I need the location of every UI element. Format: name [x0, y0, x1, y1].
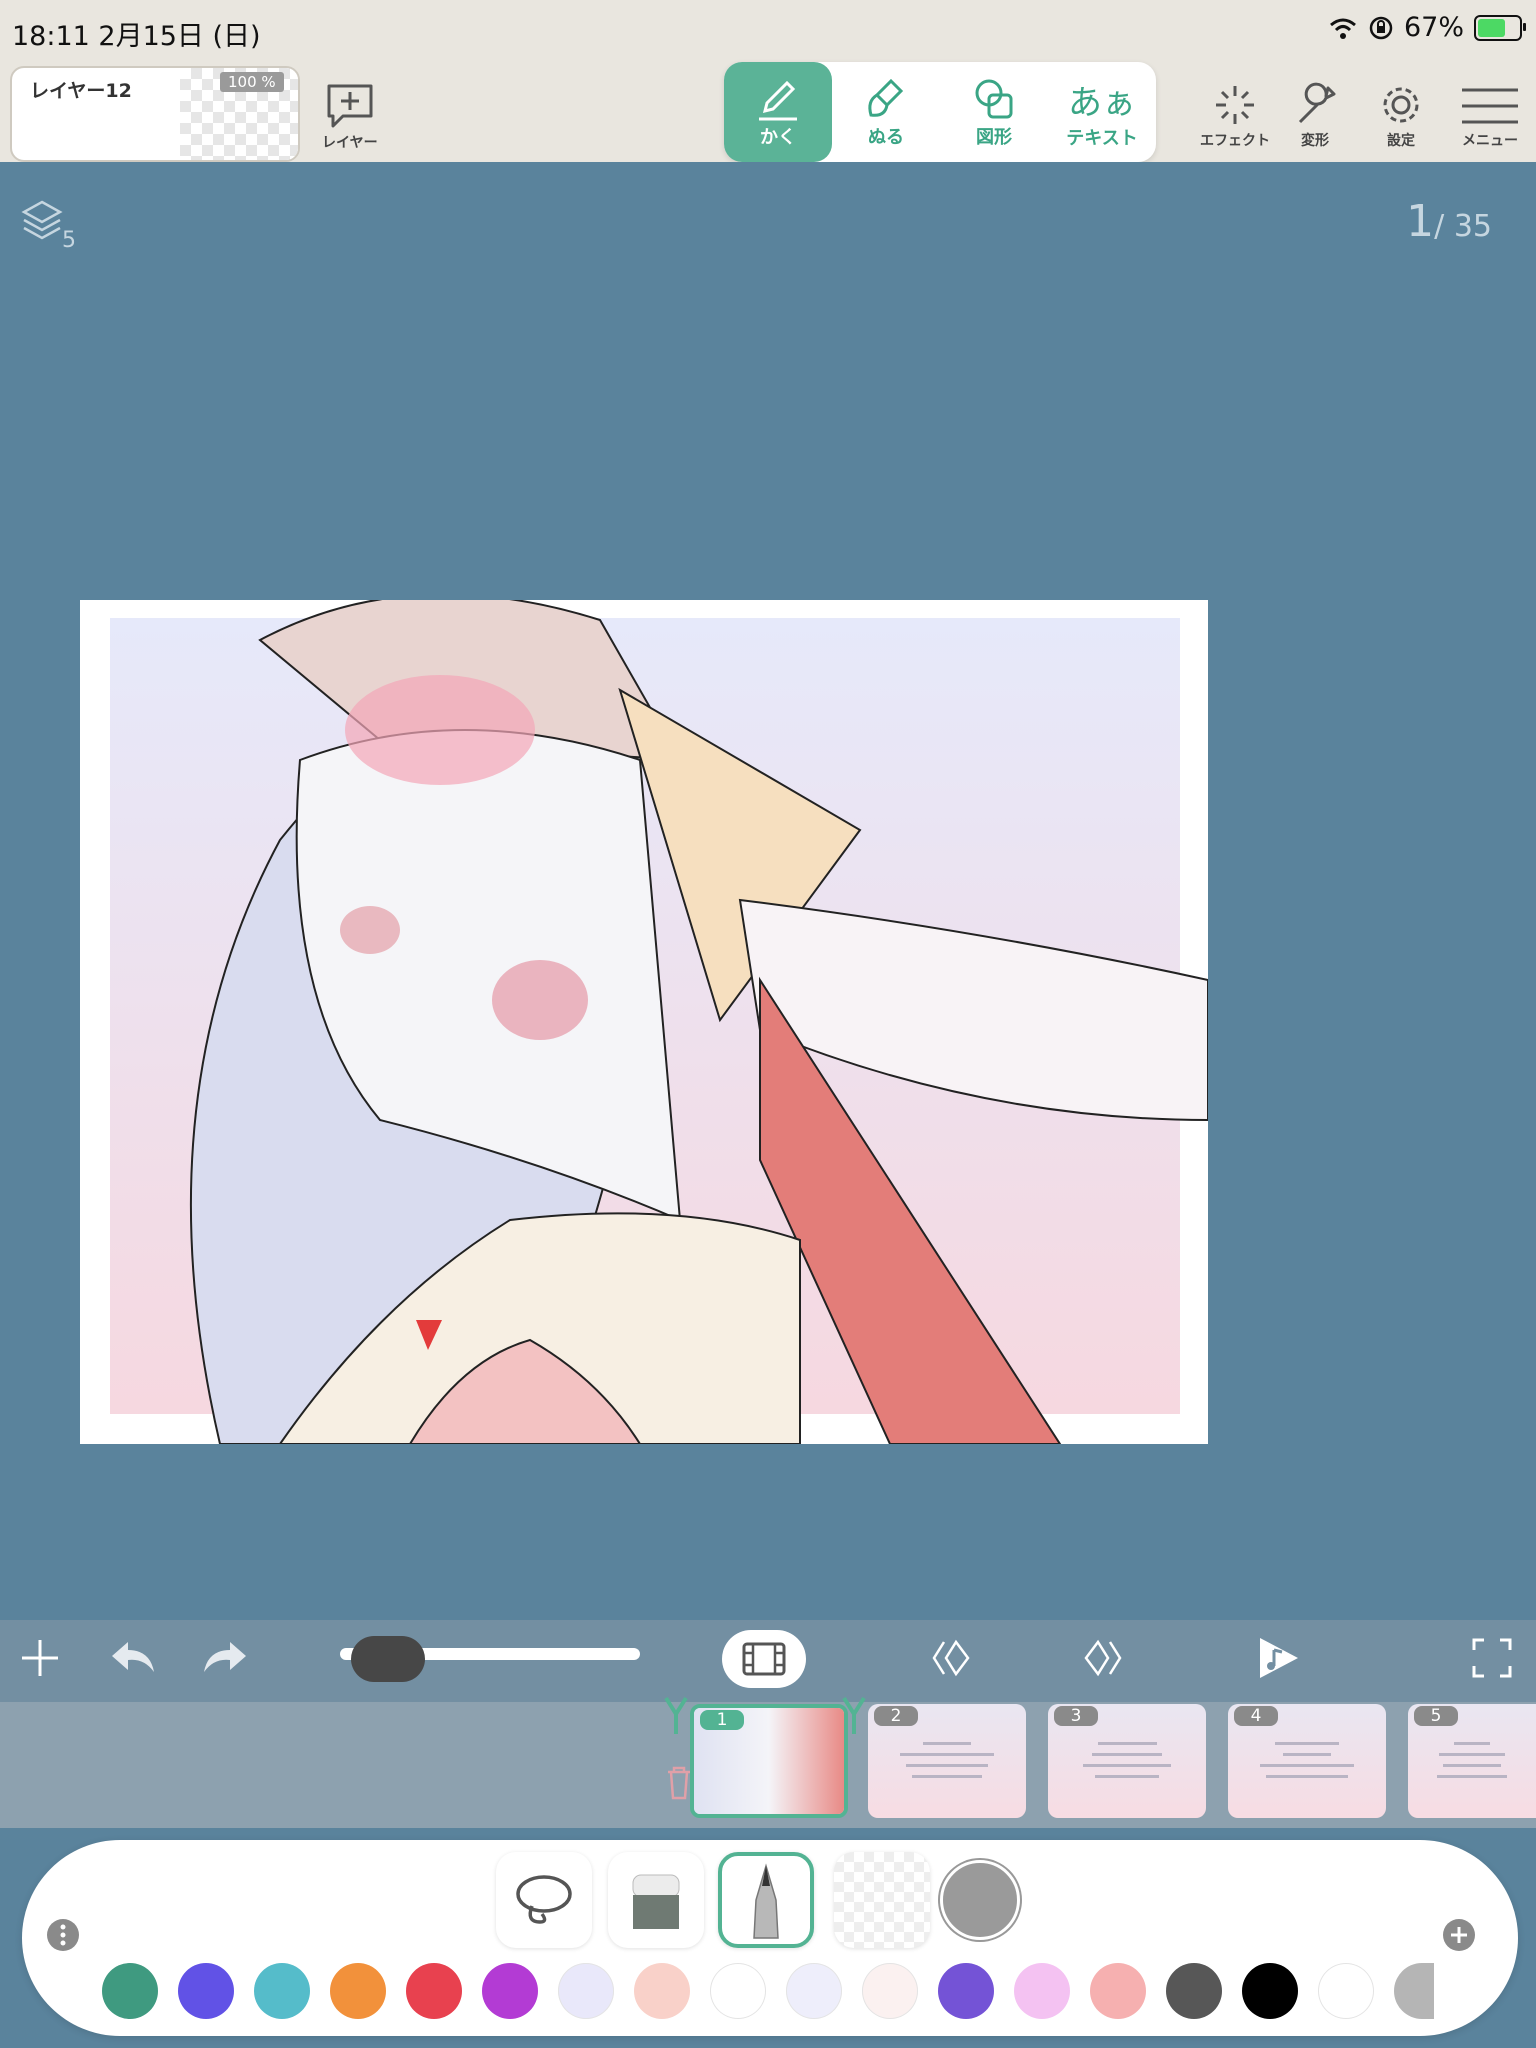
plus-circle-icon	[1443, 1919, 1475, 1951]
palette-options-button[interactable]	[46, 1918, 80, 1956]
eraser-tool-button[interactable]	[608, 1852, 704, 1948]
undo-button[interactable]	[108, 1636, 158, 1684]
brush-icon	[868, 78, 904, 117]
transform-button[interactable]: 変形	[1290, 82, 1340, 150]
gear-icon	[1383, 87, 1419, 123]
color-swatch[interactable]	[558, 1963, 614, 2019]
layer-count: 5	[62, 228, 76, 253]
settings-button[interactable]: 設定	[1376, 82, 1426, 150]
shape-icon	[975, 79, 1013, 119]
frame-thumb[interactable]: 1	[690, 1704, 848, 1818]
filmstrip-toggle-button[interactable]	[722, 1630, 806, 1688]
lasso-icon	[516, 1875, 572, 1924]
color-swatch[interactable]	[330, 1963, 386, 2019]
pencil-icon	[759, 80, 797, 121]
color-swatch[interactable]	[1090, 1963, 1146, 2019]
hamburger-icon	[1462, 88, 1518, 124]
fullscreen-button[interactable]	[1470, 1636, 1514, 1684]
color-swatch[interactable]	[1242, 1963, 1298, 2019]
pen-tool-button[interactable]	[718, 1852, 814, 1948]
drawing-tool-group: かく ぬる 図形 あぁ テキスト	[724, 62, 1156, 162]
play-music-icon	[1260, 1638, 1298, 1678]
marker-icon	[664, 1696, 688, 1734]
pen-nib-icon	[753, 1863, 779, 1939]
page-indicator: 1/ 35	[1406, 196, 1492, 247]
redo-icon	[204, 1642, 246, 1672]
frame-thumb[interactable]: 4	[1228, 1704, 1386, 1818]
prev-frame-button[interactable]	[928, 1636, 974, 1684]
color-swatch[interactable]	[786, 1963, 842, 2019]
status-indicators: 67%	[1328, 12, 1526, 43]
redo-button[interactable]	[200, 1636, 250, 1684]
frame-thumb[interactable]: 5	[1408, 1704, 1536, 1818]
plus-icon	[22, 1640, 58, 1676]
menu-button[interactable]: メニュー	[1460, 84, 1520, 150]
shape-tool-button[interactable]: 図形	[940, 62, 1048, 162]
artwork-canvas[interactable]	[80, 600, 1208, 1444]
add-layer-button[interactable]: レイヤー	[322, 80, 378, 152]
next-frame-button[interactable]	[1080, 1636, 1126, 1684]
color-swatch[interactable]	[102, 1963, 158, 2019]
layer-opacity: 100 %	[220, 72, 284, 92]
lasso-tool-button[interactable]	[496, 1852, 592, 1948]
color-swatch[interactable]	[1014, 1963, 1070, 2019]
prev-frame-icon	[932, 1639, 970, 1677]
undo-icon	[112, 1642, 154, 1672]
color-swatch[interactable]	[482, 1963, 538, 2019]
battery-icon	[1474, 14, 1526, 41]
more-vertical-icon	[47, 1919, 79, 1951]
color-swatch[interactable]	[1166, 1963, 1222, 2019]
next-frame-icon	[1084, 1639, 1122, 1677]
color-swatch[interactable]	[178, 1963, 234, 2019]
frame-thumb[interactable]: 3	[1048, 1704, 1206, 1818]
color-swatch[interactable]	[938, 1963, 994, 2019]
play-button[interactable]	[1254, 1634, 1302, 1686]
eraser-icon	[632, 1874, 680, 1929]
fill-tool-button[interactable]: ぬる	[832, 62, 940, 162]
color-swatch[interactable]	[1318, 1963, 1374, 2019]
transparent-color-button[interactable]	[834, 1852, 930, 1948]
color-swatch[interactable]	[254, 1963, 310, 2019]
text-icon: あぁ	[1068, 82, 1136, 123]
timeline-slider-knob[interactable]	[351, 1636, 426, 1682]
battery-percent: 67%	[1403, 12, 1464, 43]
draw-tool-button[interactable]: かく	[724, 62, 832, 162]
wrench-icon	[1298, 82, 1336, 124]
rotation-lock-icon	[1369, 16, 1393, 39]
layer-name: レイヤー12	[30, 80, 132, 102]
effect-button[interactable]: エフェクト	[1200, 82, 1270, 150]
onion-skin-left-marker[interactable]	[664, 1696, 688, 1740]
status-time: 18:11 2月15日 (日)	[12, 21, 261, 52]
wifi-icon	[1330, 18, 1356, 39]
current-layer-card[interactable]: レイヤー12 100 %	[10, 66, 300, 162]
color-swatch[interactable]	[862, 1963, 918, 2019]
add-color-button[interactable]	[1442, 1918, 1476, 1956]
fullscreen-icon	[1472, 1638, 1512, 1678]
color-swatch[interactable]	[710, 1963, 766, 2019]
illustration	[110, 600, 1208, 1444]
sparkle-icon	[1216, 86, 1254, 124]
text-tool-button[interactable]: あぁ テキスト	[1048, 62, 1156, 162]
color-swatch[interactable]	[634, 1963, 690, 2019]
add-layer-icon	[327, 84, 373, 128]
layers-button[interactable]	[20, 198, 64, 246]
current-color-swatch[interactable]	[940, 1860, 1020, 1940]
layers-icon	[21, 200, 63, 240]
frame-thumb[interactable]: 2	[868, 1704, 1026, 1818]
color-swatch[interactable]	[406, 1963, 462, 2019]
film-icon	[742, 1642, 786, 1676]
add-frame-button[interactable]	[18, 1636, 62, 1684]
